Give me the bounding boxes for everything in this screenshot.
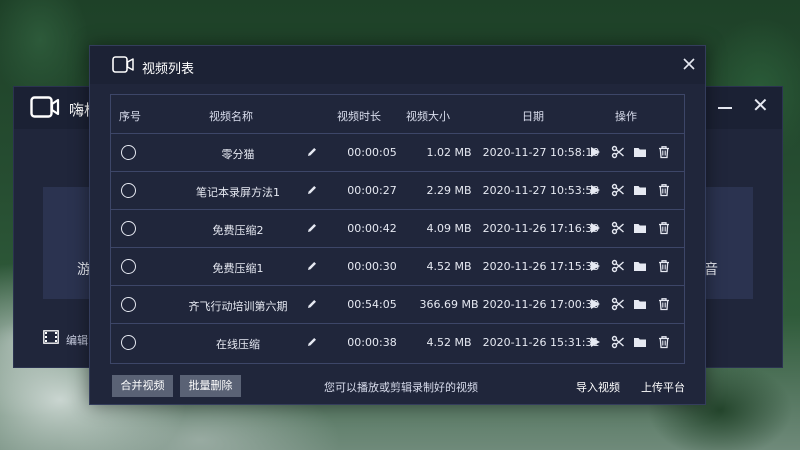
scissors-icon[interactable] xyxy=(611,335,625,349)
column-header-index: 序号 xyxy=(119,110,141,123)
video-size: 1.02 MB xyxy=(426,146,472,159)
column-header-date: 日期 xyxy=(522,110,544,123)
pencil-icon[interactable] xyxy=(306,222,318,234)
film-edit-icon xyxy=(43,330,59,344)
video-date: 2020-11-26 17:15:33 xyxy=(482,260,600,273)
background-close-button[interactable]: ✕ xyxy=(752,95,769,115)
upload-platform-link[interactable]: 上传平台 xyxy=(641,379,685,395)
scissors-icon[interactable] xyxy=(611,183,625,197)
play-icon[interactable] xyxy=(588,183,602,197)
background-right-text: 音 xyxy=(704,262,718,278)
video-duration: 00:00:42 xyxy=(347,222,397,235)
pencil-icon[interactable] xyxy=(306,298,318,310)
video-name: 免费压缩2 xyxy=(212,224,264,237)
minimize-button[interactable] xyxy=(718,107,732,109)
video-date: 2020-11-27 10:58:10 xyxy=(482,146,600,159)
folder-icon[interactable] xyxy=(633,335,647,349)
pencil-icon[interactable] xyxy=(306,260,318,272)
dialog-title: 视频列表 xyxy=(142,62,195,77)
scissors-icon[interactable] xyxy=(611,145,625,159)
row-select-radio[interactable] xyxy=(121,335,136,350)
video-camera-icon xyxy=(30,96,60,118)
video-duration: 00:00:27 xyxy=(347,184,397,197)
table-header: 序号 视频名称 视频时长 视频大小 日期 操作 xyxy=(111,95,684,134)
video-name: 齐飞行动培训第六期 xyxy=(188,300,288,313)
table-row[interactable]: 零分猫 00:00:05 1.02 MB 2020-11-27 10:58:10 xyxy=(111,134,684,172)
close-icon[interactable] xyxy=(680,55,698,73)
row-select-radio[interactable] xyxy=(121,183,136,198)
video-list-dialog: 视频列表 序号 视频名称 视频时长 视频大小 日期 操作 零分猫 00:00:0… xyxy=(89,45,706,405)
trash-icon[interactable] xyxy=(657,259,671,273)
dialog-titlebar: 视频列表 xyxy=(90,46,705,84)
video-duration: 00:54:05 xyxy=(347,298,397,311)
background-edit-label[interactable]: 编辑 xyxy=(66,332,88,348)
play-icon[interactable] xyxy=(588,221,602,235)
folder-icon[interactable] xyxy=(633,259,647,273)
video-size: 366.69 MB xyxy=(419,298,479,311)
trash-icon[interactable] xyxy=(657,145,671,159)
column-header-name: 视频名称 xyxy=(209,110,253,123)
pencil-icon[interactable] xyxy=(306,146,318,158)
batch-delete-button[interactable]: 批量删除 xyxy=(180,375,241,397)
video-size: 2.29 MB xyxy=(426,184,472,197)
table-row[interactable]: 免费压缩2 00:00:42 4.09 MB 2020-11-26 17:16:… xyxy=(111,210,684,248)
trash-icon[interactable] xyxy=(657,221,671,235)
video-duration: 00:00:30 xyxy=(347,260,397,273)
pencil-icon[interactable] xyxy=(306,184,318,196)
scissors-icon[interactable] xyxy=(611,259,625,273)
video-duration: 00:00:38 xyxy=(347,336,397,349)
import-video-link[interactable]: 导入视频 xyxy=(576,379,620,395)
video-name: 笔记本录屏方法1 xyxy=(196,186,280,199)
column-header-actions: 操作 xyxy=(615,110,637,123)
video-date: 2020-11-26 17:00:30 xyxy=(482,298,600,311)
column-header-size: 视频大小 xyxy=(406,110,450,123)
row-select-radio[interactable] xyxy=(121,145,136,160)
folder-icon[interactable] xyxy=(633,145,647,159)
row-select-radio[interactable] xyxy=(121,297,136,312)
video-table: 序号 视频名称 视频时长 视频大小 日期 操作 零分猫 00:00:05 1.0… xyxy=(110,94,685,364)
table-row[interactable]: 笔记本录屏方法1 00:00:27 2.29 MB 2020-11-27 10:… xyxy=(111,172,684,210)
merge-videos-button[interactable]: 合并视频 xyxy=(112,375,173,397)
video-size: 4.52 MB xyxy=(426,336,472,349)
table-row[interactable]: 免费压缩1 00:00:30 4.52 MB 2020-11-26 17:15:… xyxy=(111,248,684,286)
video-date: 2020-11-26 15:31:31 xyxy=(482,336,600,349)
video-size: 4.52 MB xyxy=(426,260,472,273)
scissors-icon[interactable] xyxy=(611,297,625,311)
video-date: 2020-11-26 17:16:39 xyxy=(482,222,600,235)
video-name: 免费压缩1 xyxy=(212,262,264,275)
video-size: 4.09 MB xyxy=(426,222,472,235)
video-name: 零分猫 xyxy=(221,148,255,161)
table-row[interactable]: 齐飞行动培训第六期 00:54:05 366.69 MB 2020-11-26 … xyxy=(111,286,684,324)
video-date: 2020-11-27 10:53:53 xyxy=(482,184,600,197)
column-header-duration: 视频时长 xyxy=(337,110,381,123)
folder-icon[interactable] xyxy=(633,221,647,235)
folder-icon[interactable] xyxy=(633,183,647,197)
video-duration: 00:00:05 xyxy=(347,146,397,159)
row-select-radio[interactable] xyxy=(121,221,136,236)
play-icon[interactable] xyxy=(588,145,602,159)
video-name: 在线压缩 xyxy=(216,338,260,351)
play-icon[interactable] xyxy=(588,335,602,349)
table-row[interactable]: 在线压缩 00:00:38 4.52 MB 2020-11-26 15:31:3… xyxy=(111,324,684,362)
play-icon[interactable] xyxy=(588,259,602,273)
pencil-icon[interactable] xyxy=(306,336,318,348)
footer-hint: 您可以播放或剪辑录制好的视频 xyxy=(324,381,478,394)
folder-icon[interactable] xyxy=(633,297,647,311)
trash-icon[interactable] xyxy=(657,183,671,197)
play-icon[interactable] xyxy=(588,297,602,311)
video-camera-icon xyxy=(112,56,134,73)
trash-icon[interactable] xyxy=(657,335,671,349)
row-select-radio[interactable] xyxy=(121,259,136,274)
scissors-icon[interactable] xyxy=(611,221,625,235)
trash-icon[interactable] xyxy=(657,297,671,311)
